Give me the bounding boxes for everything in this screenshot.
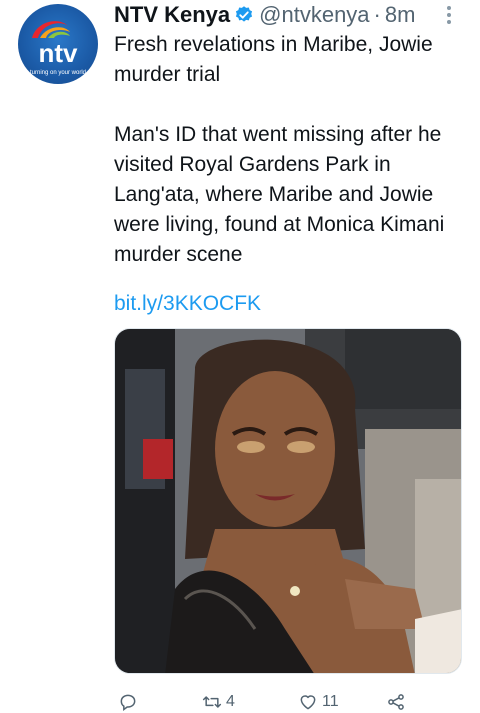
separator-dot: · — [373, 2, 381, 27]
avatar[interactable]: ntv turning on your world — [18, 4, 98, 84]
tweet-text-headline: Fresh revelations in Maribe, Jowie murde… — [114, 33, 433, 86]
more-options-icon[interactable] — [440, 2, 458, 28]
tweet-timestamp[interactable]: 8m — [385, 0, 416, 30]
verified-badge-icon — [234, 5, 254, 25]
author-name[interactable]: NTV Kenya — [114, 0, 230, 30]
retweet-count: 4 — [226, 693, 235, 710]
like-count: 11 — [322, 693, 339, 710]
tweet-image[interactable] — [114, 328, 462, 674]
retweet-button[interactable]: 4 — [202, 692, 235, 712]
tweet-text-details: Man's ID that went missing after he visi… — [114, 123, 445, 266]
svg-text:turning on your world: turning on your world — [30, 70, 86, 76]
ntv-logo: ntv turning on your world — [30, 21, 86, 76]
reply-icon — [120, 694, 136, 711]
share-button[interactable] — [386, 692, 406, 712]
retweet-icon — [202, 696, 222, 708]
like-icon — [300, 695, 316, 710]
tweet-body: Fresh revelations in Maribe, Jowie murde… — [114, 30, 464, 270]
svg-text:ntv: ntv — [39, 38, 79, 68]
reply-button[interactable] — [118, 692, 142, 712]
tweet-link[interactable]: bit.ly/3KKOCFK — [114, 289, 261, 319]
tweet-actions: 4 11 — [114, 690, 444, 713]
share-icon — [388, 694, 404, 710]
author-handle[interactable]: @ntvkenya — [259, 0, 369, 30]
photo-woman-portrait — [115, 329, 461, 673]
like-button[interactable]: 11 — [298, 692, 339, 712]
tweet-header: NTV Kenya @ntvkenya · 8m — [114, 0, 440, 30]
